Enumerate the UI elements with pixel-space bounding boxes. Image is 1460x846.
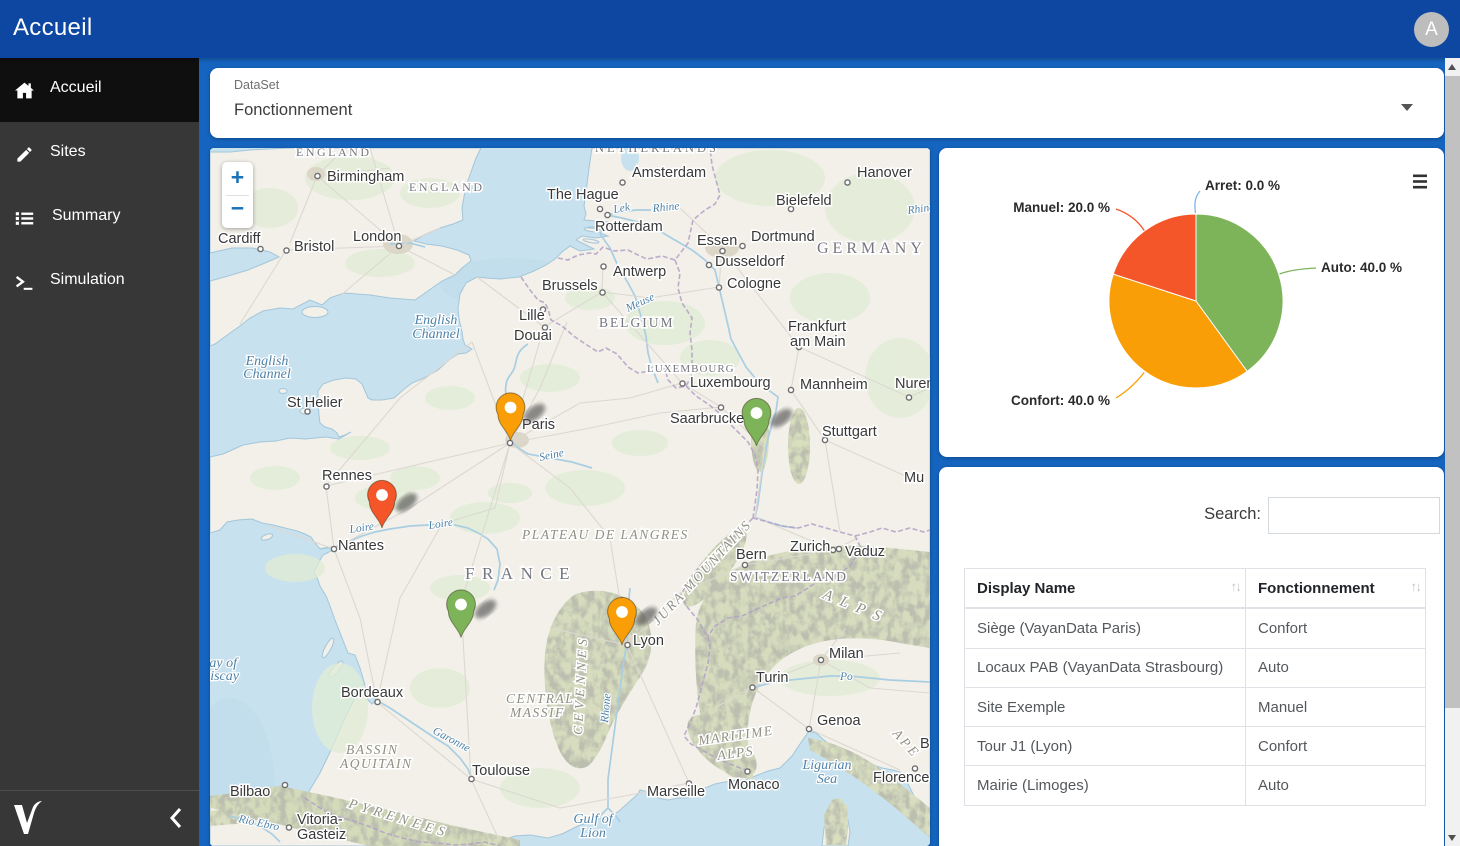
- svg-text:Dortmund: Dortmund: [751, 229, 815, 245]
- svg-text:Rotterdam: Rotterdam: [595, 219, 663, 235]
- svg-text:SWITZERLAND: SWITZERLAND: [730, 569, 848, 584]
- svg-text:Dusseldorf: Dusseldorf: [715, 254, 785, 270]
- svg-text:Monaco: Monaco: [728, 777, 780, 793]
- svg-text:MASSIF: MASSIF: [509, 705, 565, 720]
- svg-text:Amsterdam: Amsterdam: [632, 165, 706, 181]
- svg-text:PLATEAU DE LANGRES: PLATEAU DE LANGRES: [521, 527, 689, 542]
- svg-text:Hanover: Hanover: [857, 165, 912, 181]
- svg-text:Frankfurt: Frankfurt: [788, 319, 846, 335]
- svg-text:Brussels: Brussels: [542, 278, 598, 294]
- svg-text:BELGIUM: BELGIUM: [599, 315, 675, 330]
- svg-text:Mu: Mu: [904, 470, 924, 486]
- svg-text:Nurem: Nurem: [895, 376, 930, 392]
- svg-text:Turin: Turin: [756, 670, 789, 686]
- svg-text:Douai: Douai: [514, 328, 552, 344]
- svg-text:Bern: Bern: [736, 547, 767, 563]
- svg-text:Zurich: Zurich: [790, 539, 830, 555]
- svg-text:Gasteiz: Gasteiz: [297, 827, 346, 843]
- svg-text:Marseille: Marseille: [647, 784, 705, 800]
- svg-text:LUXEMBOURG: LUXEMBOURG: [647, 363, 735, 375]
- svg-text:Bordeaux: Bordeaux: [341, 685, 404, 701]
- svg-text:London: London: [353, 229, 401, 245]
- svg-text:Milan: Milan: [829, 646, 864, 662]
- svg-text:Stuttgart: Stuttgart: [822, 424, 877, 440]
- svg-text:Cologne: Cologne: [727, 276, 781, 292]
- svg-text:Arret: 0.0 %: Arret: 0.0 %: [1205, 178, 1280, 193]
- svg-text:Saarbrucken: Saarbrucken: [670, 411, 752, 427]
- svg-text:Essen: Essen: [697, 233, 737, 249]
- svg-text:Genoa: Genoa: [817, 713, 861, 729]
- svg-text:Antwerp: Antwerp: [613, 264, 666, 280]
- svg-text:FRANCE: FRANCE: [465, 564, 577, 583]
- svg-text:Biscay: Biscay: [210, 669, 240, 684]
- svg-text:B: B: [920, 736, 930, 752]
- svg-text:Confort: 40.0 %: Confort: 40.0 %: [1011, 393, 1110, 408]
- svg-text:Manuel: 20.0 %: Manuel: 20.0 %: [1013, 200, 1110, 215]
- svg-text:Channel: Channel: [412, 327, 460, 342]
- svg-text:AQUITAIN: AQUITAIN: [339, 756, 413, 771]
- svg-text:Lille: Lille: [519, 308, 545, 324]
- svg-text:Channel: Channel: [243, 367, 291, 382]
- svg-text:Lyon: Lyon: [633, 633, 664, 649]
- svg-text:Vaduz: Vaduz: [845, 544, 885, 560]
- svg-text:Birmingham: Birmingham: [327, 169, 404, 185]
- svg-text:Lion: Lion: [579, 826, 606, 841]
- svg-text:Ligurian: Ligurian: [801, 758, 851, 773]
- svg-text:St Helier: St Helier: [287, 395, 343, 411]
- svg-text:ENGLAND: ENGLAND: [409, 180, 485, 194]
- svg-text:Bilbao: Bilbao: [230, 784, 270, 800]
- svg-text:CENTRAL: CENTRAL: [506, 691, 574, 706]
- svg-text:ENGLAND: ENGLAND: [296, 148, 372, 159]
- svg-text:Po: Po: [839, 671, 853, 683]
- svg-text:Gulf of: Gulf of: [573, 812, 614, 827]
- svg-text:Luxembourg: Luxembourg: [690, 375, 771, 391]
- svg-text:Auto: 40.0 %: Auto: 40.0 %: [1321, 260, 1402, 275]
- svg-text:Sea: Sea: [817, 772, 837, 787]
- svg-text:Florence: Florence: [873, 770, 929, 786]
- svg-text:Mannheim: Mannheim: [800, 377, 868, 393]
- svg-text:am Main: am Main: [790, 334, 846, 350]
- svg-text:BASSIN: BASSIN: [346, 742, 399, 757]
- svg-text:NETHERLANDS: NETHERLANDS: [595, 148, 719, 155]
- svg-text:Vitoria-: Vitoria-: [297, 812, 343, 828]
- svg-text:Bielefeld: Bielefeld: [776, 193, 832, 209]
- svg-text:GERMANY: GERMANY: [817, 240, 926, 257]
- svg-text:Rennes: Rennes: [322, 468, 372, 484]
- svg-text:Toulouse: Toulouse: [472, 763, 530, 779]
- svg-text:Nantes: Nantes: [338, 538, 384, 554]
- svg-text:Cardiff: Cardiff: [218, 231, 261, 247]
- svg-text:Bristol: Bristol: [294, 239, 334, 255]
- svg-text:The Hague: The Hague: [547, 187, 619, 203]
- svg-text:English: English: [414, 313, 458, 328]
